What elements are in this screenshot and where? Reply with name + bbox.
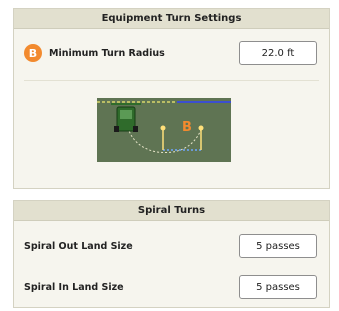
spiral-out-input[interactable]: 5 passes [239,234,317,258]
minimum-turn-radius-row: B Minimum Turn Radius 22.0 ft [14,41,329,65]
spiral-turns-panel: Spiral Turns Spiral Out Land Size 5 pass… [13,200,330,308]
tractor-wheel-left [114,126,119,132]
b-badge-icon: B [24,44,42,62]
spiral-in-row: Spiral In Land Size 5 passes [14,274,329,300]
spiral-out-label: Spiral Out Land Size [24,240,133,252]
equipment-turn-settings-header: Equipment Turn Settings [14,9,329,29]
divider [24,80,319,81]
tractor-cab [120,110,132,119]
minimum-turn-radius-label: Minimum Turn Radius [49,47,165,59]
spiral-out-row: Spiral Out Land Size 5 passes [14,233,329,259]
diagram-b-label: B [182,120,192,135]
spiral-turns-header: Spiral Turns [14,201,329,221]
tractor-wheel-right [133,126,138,132]
equipment-turn-settings-panel: Equipment Turn Settings B Minimum Turn R… [13,8,330,189]
turn-radius-diagram: B [97,98,231,162]
minimum-turn-radius-input[interactable]: 22.0 ft [239,41,317,65]
spiral-in-label: Spiral In Land Size [24,281,124,293]
spiral-in-input[interactable]: 5 passes [239,275,317,299]
